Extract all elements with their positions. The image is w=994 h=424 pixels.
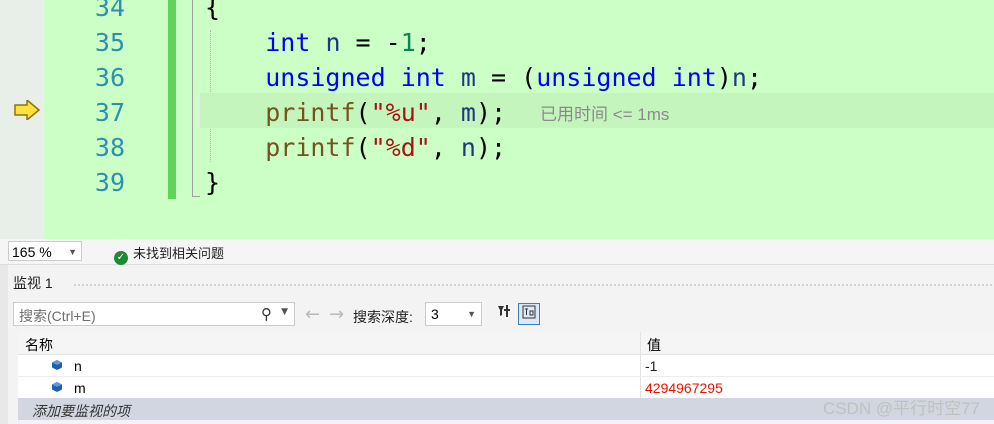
search-depth-dropdown[interactable]: 3 ▼ <box>425 302 482 326</box>
editor-status-bar: 165 % ▼ ✓ 未找到相关问题 <box>0 239 994 265</box>
line-number: 39 <box>94 168 125 197</box>
column-divider <box>640 377 641 398</box>
code-line[interactable]: 35 int n = -1; <box>0 25 994 60</box>
search-input[interactable]: 搜索(Ctrl+E) ⚲ ▼ <box>13 302 295 326</box>
chevron-down-icon: ▼ <box>467 309 476 319</box>
code-text: { <box>205 0 221 22</box>
watch-value[interactable]: -1 <box>645 358 657 374</box>
code-line[interactable]: 34 { <box>0 0 994 25</box>
code-text: unsigned int m = (unsigned int)n; <box>265 63 763 92</box>
watch-value[interactable]: 4294967295 <box>645 380 723 396</box>
filter-pin-icon[interactable] <box>493 303 515 325</box>
table-row[interactable]: n -1 <box>18 355 994 377</box>
check-circle-icon: ✓ <box>114 251 128 265</box>
code-line[interactable]: 39 } <box>0 165 994 200</box>
watch-window: 监视 1 搜索(Ctrl+E) ⚲ ▼ ← → 搜索深度: 3 ▼ 名称 值 n… <box>0 265 994 424</box>
code-text: int n = -1; <box>265 28 431 57</box>
forward-arrow-icon[interactable]: → <box>329 304 344 325</box>
code-text: printf("%u", m); <box>265 98 507 127</box>
code-editor[interactable]: 34 { 35 int n = -1; 36 unsigned int m = … <box>0 0 994 239</box>
search-icon[interactable]: ⚲ <box>261 305 272 323</box>
search-placeholder: 搜索(Ctrl+E) <box>19 308 96 324</box>
zoom-value: 165 % <box>12 244 52 260</box>
line-number: 35 <box>94 28 125 57</box>
zoom-dropdown[interactable]: 165 % ▼ <box>8 241 82 261</box>
watermark: CSDN @平行时空77 <box>822 399 980 418</box>
elapsed-time-hint: 已用时间 <= 1ms <box>540 105 670 124</box>
line-number: 36 <box>94 63 125 92</box>
code-text: } <box>205 168 221 197</box>
hex-display-toggle-icon[interactable] <box>518 303 540 325</box>
watch-title[interactable]: 监视 1 <box>13 273 53 293</box>
column-divider <box>640 355 641 376</box>
watch-name: m <box>74 380 86 396</box>
search-depth-value: 3 <box>431 306 439 322</box>
code-line-current[interactable]: 37 printf("%u", m); <box>0 95 994 130</box>
code-line[interactable]: 38 printf("%d", n); <box>0 130 994 165</box>
column-divider[interactable] <box>640 332 641 354</box>
chevron-down-icon: ▼ <box>68 247 77 257</box>
back-arrow-icon[interactable]: ← <box>305 304 320 325</box>
line-number: 37 <box>94 98 125 127</box>
watch-table-header: 名称 值 <box>18 332 994 355</box>
chevron-down-icon[interactable]: ▼ <box>281 307 288 317</box>
line-number: 38 <box>94 133 125 162</box>
code-text: printf("%d", n); <box>265 133 507 162</box>
column-header-name[interactable]: 名称 <box>25 335 53 355</box>
variable-cube-icon <box>52 382 62 392</box>
variable-cube-icon <box>52 360 62 370</box>
issues-text: 未找到相关问题 <box>133 246 225 261</box>
code-line[interactable]: 36 unsigned int m = (unsigned int)n; <box>0 60 994 95</box>
watch-name: n <box>74 358 82 374</box>
issues-indicator[interactable]: ✓ 未找到相关问题 <box>114 243 224 265</box>
column-header-value[interactable]: 值 <box>647 335 661 355</box>
line-number: 34 <box>94 0 125 22</box>
title-grip[interactable] <box>73 283 993 288</box>
search-depth-label: 搜索深度: <box>353 309 413 325</box>
add-watch-placeholder: 添加要监视的项 <box>32 403 130 419</box>
